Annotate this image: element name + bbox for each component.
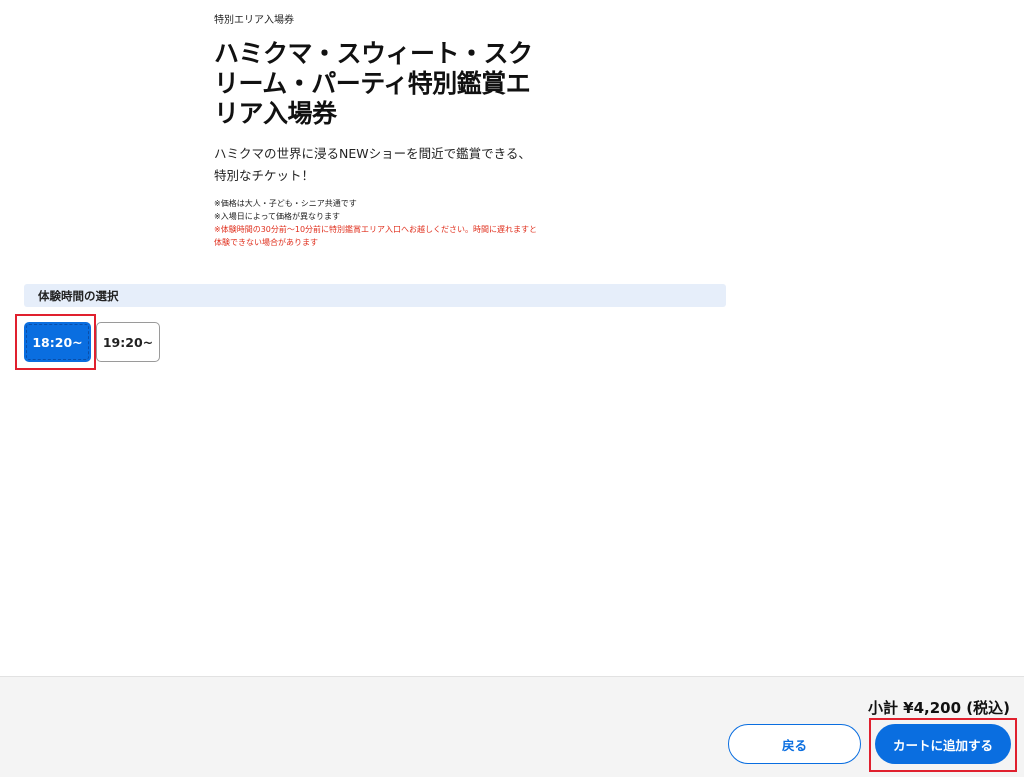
product-title: ハミクマ・スウィート・スクリーム・パーティ特別鑑賞エリア入場券 xyxy=(214,39,533,128)
product-category: 特別エリア入場券 xyxy=(214,15,294,26)
time-slot-1920[interactable]: 19:20~ xyxy=(96,322,160,362)
add-to-cart-button[interactable]: カートに追加する xyxy=(875,724,1011,764)
subtotal: 小計 ¥4,200 (税込) xyxy=(867,699,1010,717)
date-price-note: ※入場日によって価格が異なります xyxy=(214,212,341,221)
price-note: ※価格は大人・子ども・シニア共通です xyxy=(214,199,357,208)
back-button[interactable]: 戻る xyxy=(728,724,861,764)
time-slot-1820[interactable]: 18:20~ xyxy=(24,322,91,362)
page: 特別エリア入場券 ハミクマ・スウィート・スクリーム・パーティ特別鑑賞エリア入場券… xyxy=(0,0,1024,777)
time-selection-header: 体験時間の選択 xyxy=(24,284,726,307)
product-description: ハミクマの世界に浸るNEWショーを間近で鑑賞できる、特別なチケット！ xyxy=(214,146,531,183)
arrival-warning: ※体験時間の30分前〜10分前に特別鑑賞エリア入口へお越しください。時間に遅れま… xyxy=(214,225,538,247)
product-notes: ※価格は大人・子ども・シニア共通です ※入場日によって価格が異なります ※体験時… xyxy=(214,197,544,249)
product-info: 特別エリア入場券 ハミクマ・スウィート・スクリーム・パーティ特別鑑賞エリア入場券… xyxy=(214,14,544,249)
time-slot-list: 18:20~ 19:20~ xyxy=(24,322,160,362)
time-selection-heading: 体験時間の選択 xyxy=(38,288,119,303)
cart-footer: 小計 ¥4,200 (税込) 戻る カートに追加する xyxy=(0,676,1024,777)
